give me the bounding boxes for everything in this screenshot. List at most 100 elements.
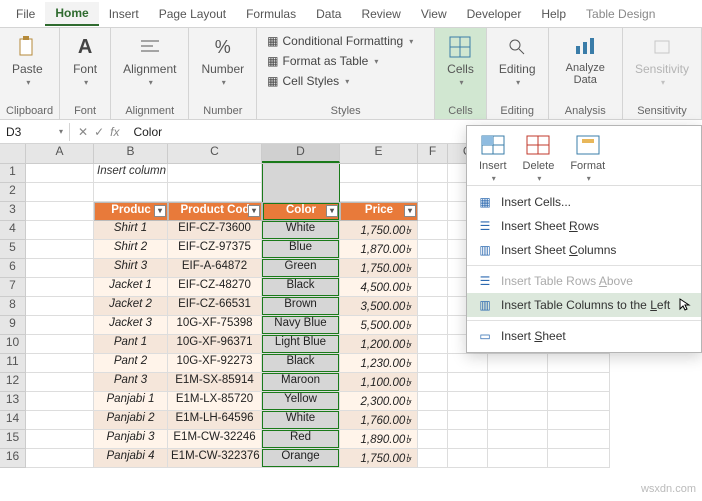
col-head-e[interactable]: E <box>340 144 418 163</box>
cell-price[interactable]: 1,750.00৳ <box>340 259 418 278</box>
cell[interactable] <box>488 411 548 430</box>
cell[interactable] <box>26 335 94 354</box>
menu-item-rows[interactable]: ☰Insert Sheet Rows <box>467 214 701 238</box>
cell-product[interactable]: Shirt 1 <box>94 221 168 240</box>
filter-icon[interactable]: ▾ <box>154 205 166 217</box>
delete-split-button[interactable]: Delete ▾ <box>517 130 561 185</box>
cell[interactable] <box>548 449 610 468</box>
cell[interactable] <box>448 411 488 430</box>
col-head-d[interactable]: D <box>262 144 340 163</box>
cell-price[interactable]: 1,200.00৳ <box>340 335 418 354</box>
tab-view[interactable]: View <box>411 3 457 25</box>
cell[interactable] <box>262 183 340 202</box>
cells-button[interactable]: Cells ▾ <box>441 32 480 89</box>
row-head[interactable]: 9 <box>0 316 26 335</box>
cell[interactable] <box>548 411 610 430</box>
cell[interactable] <box>548 392 610 411</box>
cell[interactable] <box>26 354 94 373</box>
cell[interactable] <box>340 164 418 183</box>
row-head[interactable]: 1 <box>0 164 26 183</box>
cell-color[interactable]: White <box>262 221 340 240</box>
col-head-a[interactable]: A <box>26 144 94 163</box>
cell[interactable] <box>418 240 448 259</box>
cell-price[interactable]: 1,230.00৳ <box>340 354 418 373</box>
row-head[interactable]: 7 <box>0 278 26 297</box>
cell-styles-button[interactable]: ▦Cell Styles▾ <box>263 72 428 90</box>
cell[interactable] <box>26 297 94 316</box>
cell-color[interactable]: Maroon <box>262 373 340 392</box>
cell-code[interactable]: EIF-CZ-48270 <box>168 278 262 297</box>
cell-product[interactable]: Jacket 2 <box>94 297 168 316</box>
cell[interactable] <box>26 392 94 411</box>
cell[interactable] <box>168 164 262 183</box>
row-head[interactable]: 2 <box>0 183 26 202</box>
menu-item-sheet[interactable]: ▭Insert Sheet <box>467 324 701 348</box>
cell-price[interactable]: 1,760.00৳ <box>340 411 418 430</box>
tab-table-design[interactable]: Table Design <box>576 3 665 25</box>
cell-price[interactable]: 5,500.00৳ <box>340 316 418 335</box>
cell-price[interactable]: 1,890.00৳ <box>340 430 418 449</box>
cell[interactable] <box>418 354 448 373</box>
enter-icon[interactable]: ✓ <box>94 125 104 139</box>
cell[interactable] <box>488 354 548 373</box>
editing-button[interactable]: Editing ▾ <box>493 32 542 89</box>
fx-icon[interactable]: fx <box>110 125 119 139</box>
cell[interactable] <box>418 316 448 335</box>
cell[interactable] <box>418 430 448 449</box>
cell-code[interactable]: 10G-XF-75398 <box>168 316 262 335</box>
cell[interactable] <box>488 392 548 411</box>
conditional-formatting-button[interactable]: ▦Conditional Formatting▾ <box>263 32 428 50</box>
tab-formulas[interactable]: Formulas <box>236 3 306 25</box>
cell-color[interactable]: Black <box>262 354 340 373</box>
analyze-data-button[interactable]: Analyze Data <box>555 32 616 88</box>
cell[interactable] <box>418 373 448 392</box>
format-as-table-button[interactable]: ▦Format as Table▾ <box>263 52 428 70</box>
filter-icon[interactable]: ▾ <box>326 205 338 217</box>
paste-button[interactable]: Paste ▾ <box>6 32 49 89</box>
cell-code[interactable]: E1M-CW-32246 <box>168 430 262 449</box>
cell[interactable] <box>26 183 94 202</box>
cell-product[interactable]: Panjabi 4 <box>94 449 168 468</box>
col-head-f[interactable]: F <box>418 144 448 163</box>
th-price[interactable]: Price▾ <box>340 202 418 221</box>
cell[interactable] <box>548 354 610 373</box>
cell[interactable] <box>548 373 610 392</box>
cell-price[interactable]: 1,100.00৳ <box>340 373 418 392</box>
cell[interactable] <box>448 354 488 373</box>
font-button[interactable]: A Font ▾ <box>66 32 104 89</box>
insert-split-button[interactable]: Insert ▾ <box>473 130 513 185</box>
cell-product[interactable]: Pant 2 <box>94 354 168 373</box>
row-head[interactable]: 16 <box>0 449 26 468</box>
cell[interactable] <box>448 392 488 411</box>
cell[interactable] <box>448 430 488 449</box>
cell-code[interactable]: E1M-CW-322376 <box>168 449 262 468</box>
tab-help[interactable]: Help <box>531 3 576 25</box>
cell-price[interactable]: 1,870.00৳ <box>340 240 418 259</box>
cell[interactable] <box>26 373 94 392</box>
tab-data[interactable]: Data <box>306 3 351 25</box>
cell[interactable] <box>418 411 448 430</box>
cell[interactable] <box>26 240 94 259</box>
cell-color[interactable]: Red <box>262 430 340 449</box>
cell[interactable] <box>262 164 340 183</box>
cell[interactable] <box>418 278 448 297</box>
filter-icon[interactable]: ▾ <box>404 205 416 217</box>
col-head-c[interactable]: C <box>168 144 262 163</box>
cell[interactable] <box>548 430 610 449</box>
cancel-icon[interactable]: ✕ <box>78 125 88 139</box>
cell[interactable] <box>418 221 448 240</box>
cell[interactable] <box>26 278 94 297</box>
cell-price[interactable]: 2,300.00৳ <box>340 392 418 411</box>
cell-color[interactable]: Green <box>262 259 340 278</box>
th-product[interactable]: Produc▾ <box>94 202 168 221</box>
cell-product[interactable]: Shirt 2 <box>94 240 168 259</box>
cell[interactable] <box>26 430 94 449</box>
cell-code[interactable]: E1M-SX-85914 <box>168 373 262 392</box>
cell[interactable] <box>418 449 448 468</box>
cell[interactable] <box>168 183 262 202</box>
cell[interactable] <box>418 202 448 221</box>
row-head[interactable]: 15 <box>0 430 26 449</box>
cell-product[interactable]: Pant 1 <box>94 335 168 354</box>
cell[interactable] <box>26 164 94 183</box>
tab-page-layout[interactable]: Page Layout <box>149 3 236 25</box>
